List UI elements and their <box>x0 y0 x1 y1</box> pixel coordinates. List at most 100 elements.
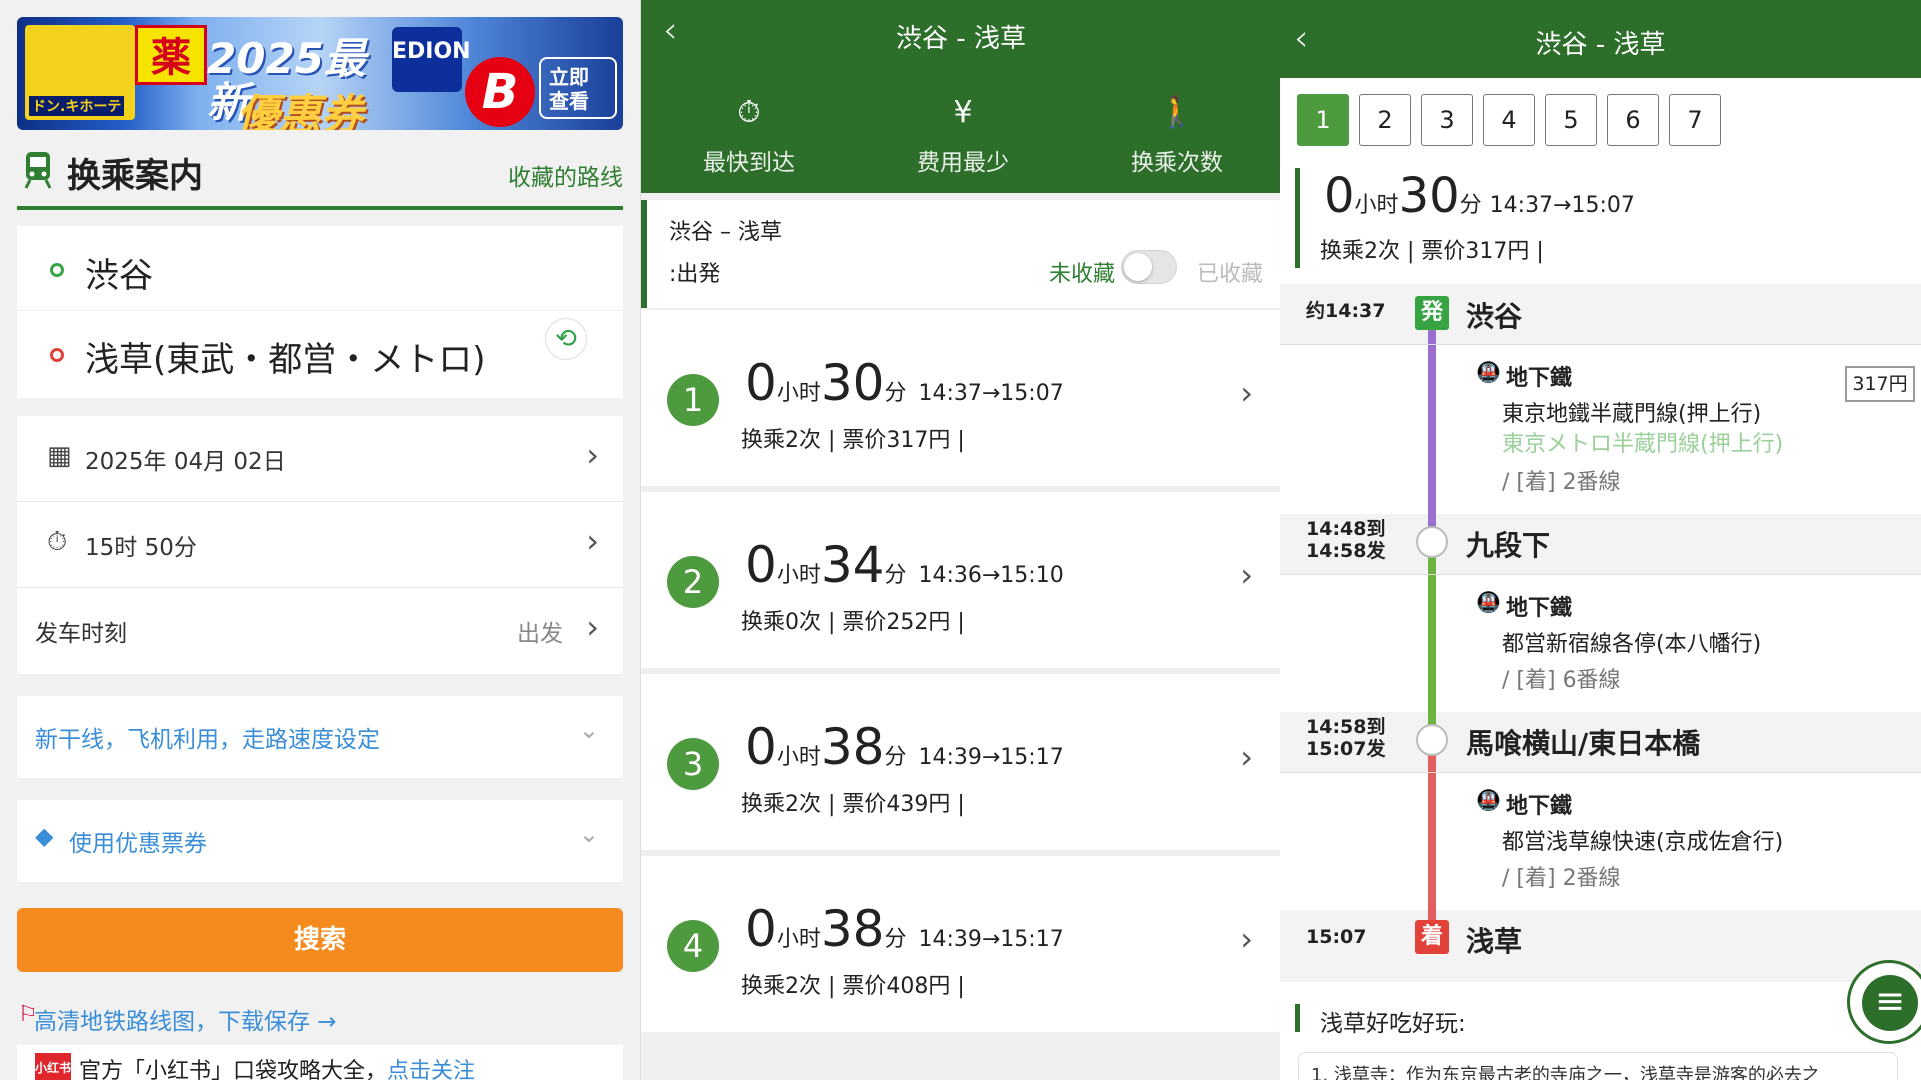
route-minutes: 34 <box>820 536 885 594</box>
subway-map-link[interactable]: 高清地铁路线图，下载保存 → <box>34 1002 337 1036</box>
route-page-2[interactable]: 2 <box>1359 94 1411 146</box>
departure-label: :出発 <box>669 262 721 287</box>
summary-accent <box>1295 168 1300 268</box>
route-card[interactable]: 4 0小时38分 14:39→15:17 换乘2次 | 票价408円 | › <box>641 856 1280 1032</box>
ticket-icon: ◆ <box>35 822 54 850</box>
chevron-down-icon: ⌄ <box>578 716 599 744</box>
segment-kind: 地下鐵 <box>1506 366 1573 391</box>
hour-unit: 小时 <box>776 745 821 770</box>
segment-platform: / [着] 6番線 <box>1502 668 1621 693</box>
origin-station[interactable]: 渋谷 <box>85 248 153 297</box>
hour-unit: 小时 <box>776 927 821 952</box>
route-detail-header: ‹ 渋谷 - 浅草 <box>1280 0 1921 78</box>
hour-unit: 小时 <box>776 563 821 588</box>
route-summary-duration: 0小时30分 14:37→15:07 <box>1324 168 1635 224</box>
segment-line: 都営浅草線快速(京成佐倉行) <box>1502 830 1784 855</box>
route-number: 1 <box>667 374 719 426</box>
detail-summary: 换乘2次 | 票价317円 | <box>1320 239 1544 264</box>
route-page-5[interactable]: 5 <box>1545 94 1597 146</box>
donki-text: ドン.キホーテ <box>29 96 125 116</box>
time-row[interactable]: ⏱ 15时 50分 › <box>17 502 623 588</box>
chevron-right-icon: › <box>1240 920 1253 958</box>
donki-logo: ドン.キホーテ <box>25 25 135 120</box>
route-detail-panel: ‹ 渋谷 - 浅草 1 2 3 4 5 6 7 0小时30分 14:37→15:0… <box>1280 0 1921 1080</box>
stopwatch-icon: ⏱ <box>737 95 761 130</box>
redbook-logo: 小红书 <box>35 1053 71 1080</box>
stop-name[interactable]: 九段下 <box>1466 524 1550 564</box>
promo-banner[interactable]: ドン.キホーテ 薬 2025最新 優惠券 EDION B 立即查看 <box>17 17 623 130</box>
stop-name[interactable]: 渋谷 <box>1466 295 1522 335</box>
route-duration: 0小时38分 14:39→15:17 <box>745 718 1064 776</box>
coupon-row[interactable]: ◆ 使用优惠票券 ⌄ <box>17 800 623 882</box>
route-duration: 0小时34分 14:36→15:10 <box>745 536 1064 594</box>
detail-hours: 0 <box>1324 168 1355 224</box>
minute-unit: 分 <box>884 745 907 770</box>
route-card[interactable]: 3 0小时38分 14:39→15:17 换乘2次 | 票价439円 | › <box>641 674 1280 850</box>
favorites-link[interactable]: 收藏的路线 <box>508 158 623 192</box>
route-detail-title: 渋谷 - 浅草 <box>1535 30 1666 60</box>
timeline-segment-3 <box>1428 754 1436 924</box>
route-card[interactable]: 2 0小时34分 14:36→15:10 换乘0次 | 票价252円 | › <box>641 492 1280 668</box>
segment-line: 東京地鐵半蔵門線(押上行) <box>1502 402 1762 427</box>
route-minutes: 38 <box>820 900 885 958</box>
tab-cheapest[interactable]: ¥ 费用最少 <box>863 95 1063 177</box>
bic-logo: B <box>465 57 535 127</box>
route-list-header: ‹ 渋谷 - 浅草 ⏱ 最快到达 ¥ 费用最少 🚶 换乘次数 <box>641 0 1280 193</box>
subway-icon: 🚇 <box>1476 590 1501 614</box>
edion-logo: EDION <box>392 27 471 92</box>
route-summary: 换乘2次 | 票价317円 | <box>741 428 965 453</box>
options-row[interactable]: 新干线，飞机利用，走路速度设定 ⌄ <box>17 696 623 778</box>
favorited-label: 已收藏 <box>1196 262 1263 287</box>
route-page-6[interactable]: 6 <box>1607 94 1659 146</box>
chevron-right-icon: › <box>1240 738 1253 776</box>
route-number: 3 <box>667 738 719 790</box>
stopwatch-icon: ⏱ <box>47 527 68 557</box>
stop-name[interactable]: 馬喰横山/東日本橋 <box>1466 722 1700 762</box>
route-title: 渋谷 - 浅草 <box>896 24 1026 54</box>
route-summary: 换乘0次 | 票价252円 | <box>741 610 965 635</box>
swap-icon[interactable]: ⟲ <box>545 318 587 360</box>
route-hours: 0 <box>745 900 777 958</box>
timeline-segment-1 <box>1428 316 1436 528</box>
route-minutes: 30 <box>820 354 885 412</box>
date-value: 2025年 04月 02日 <box>85 449 286 475</box>
banner-look-button[interactable]: 立即查看 <box>539 57 617 119</box>
yaku-logo: 薬 <box>135 25 207 85</box>
date-row[interactable]: ▦ 2025年 04月 02日 › <box>17 416 623 502</box>
minute-unit: 分 <box>884 381 907 406</box>
subway-icon: 🚇 <box>1476 788 1501 812</box>
search-button[interactable]: 搜索 <box>17 908 623 972</box>
departure-row[interactable]: 发车时刻 出发 › <box>17 588 623 674</box>
follow-link[interactable]: 点击关注 <box>387 1059 475 1080</box>
datetime-card: ▦ 2025年 04月 02日 › ⏱ 15时 50分 › 发车时刻 出发 › <box>17 416 623 674</box>
detail-time: 14:37→15:07 <box>1489 193 1635 218</box>
tab-fastest[interactable]: ⏱ 最快到达 <box>649 95 849 177</box>
favorite-toggle[interactable] <box>1121 250 1177 284</box>
departure-value: 出发 <box>517 621 563 647</box>
detail-minutes: 30 <box>1398 168 1460 224</box>
stop-circle-icon <box>1416 526 1448 558</box>
route-page-7[interactable]: 7 <box>1669 94 1721 146</box>
minute-unit: 分 <box>884 563 907 588</box>
redbook-promo[interactable]: 小红书 官方「小红书」口袋攻略大全，点击关注 <box>17 1045 623 1080</box>
coupon-label: 使用优惠票券 <box>69 831 207 857</box>
menu-icon[interactable] <box>1847 960 1921 1044</box>
hour-unit: 小时 <box>1354 193 1399 218</box>
stop-time: 14:58到 15:07发 <box>1306 716 1386 760</box>
route-page-4[interactable]: 4 <box>1483 94 1535 146</box>
route-page-1[interactable]: 1 <box>1297 94 1349 146</box>
route-hours: 0 <box>745 536 777 594</box>
yen-icon: ¥ <box>953 95 973 130</box>
route-summary: 换乘2次 | 票价439円 | <box>741 792 965 817</box>
route-hours: 0 <box>745 354 777 412</box>
destination-station[interactable]: 浅草(東武・都営・メトロ) <box>85 332 486 381</box>
route-page-3[interactable]: 3 <box>1421 94 1473 146</box>
hour-unit: 小时 <box>776 381 821 406</box>
tab-transfers[interactable]: 🚶 换乘次数 <box>1077 95 1277 177</box>
chevron-right-icon: › <box>1240 374 1253 412</box>
stop-name[interactable]: 浅草 <box>1466 920 1522 960</box>
chevron-right-icon: › <box>1240 556 1253 594</box>
segment-platform: / [着] 2番線 <box>1502 470 1621 495</box>
route-time: 14:39→15:17 <box>918 745 1064 770</box>
route-card[interactable]: 1 0小时30分 14:37→15:07 换乘2次 | 票价317円 | › <box>641 310 1280 486</box>
